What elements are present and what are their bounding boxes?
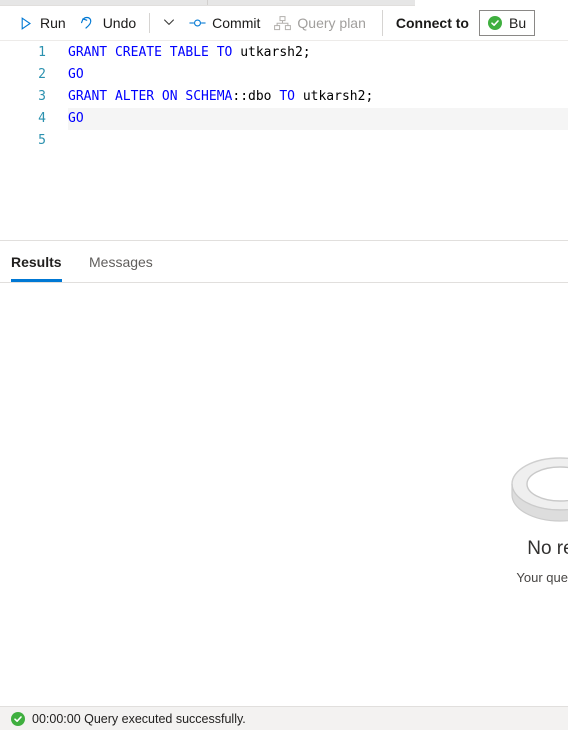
query-plan-button[interactable]: Query plan: [267, 9, 372, 37]
status-bar: 00:00:00 Query executed successfully.: [0, 706, 568, 730]
tab-seam: [207, 0, 208, 5]
toolbar-separator: [149, 13, 151, 33]
code-lines-container: 1 GRANT CREATE TABLE TO utkarsh2; 2 GO 3 GRAN…: [0, 42, 568, 152]
run-label: Run: [40, 15, 66, 31]
green-check-circle-icon: [11, 711, 25, 726]
tab-bar-underline: [0, 282, 568, 283]
connect-to-label: Connect to: [395, 15, 469, 31]
line-number: 2: [38, 67, 46, 82]
code-token: GO: [68, 111, 84, 126]
green-check-circle-icon: [487, 16, 502, 30]
code-token: utkarsh2;: [240, 45, 311, 60]
undo-label: Undo: [102, 15, 137, 31]
undo-button[interactable]: Undo: [73, 9, 143, 37]
code-token: GRANT CREATE TABLE TO: [68, 45, 241, 60]
empty-state: No results Your query yielded: [400, 404, 568, 585]
empty-state-title: No results: [527, 538, 568, 559]
commit-button[interactable]: Commit: [182, 9, 267, 37]
code-line[interactable]: 4 GO: [0, 108, 568, 130]
sql-query-editor-window: Run Undo Commit Query plan Connect to Bu…: [0, 0, 568, 730]
results-pane: No results Your query yielded: [0, 284, 568, 706]
tab-messages[interactable]: Messages: [89, 254, 153, 270]
code-line[interactable]: 2 GO: [0, 64, 568, 86]
query-plan-hierarchy-icon: [274, 15, 292, 32]
play-triangle-icon: [17, 15, 34, 32]
code-token: TO: [279, 89, 303, 104]
code-token: GRANT ALTER ON SCHEMA: [68, 89, 233, 104]
results-tab-bar: Results Messages: [0, 241, 568, 283]
code-token: GO: [68, 67, 84, 82]
query-plan-label: Query plan: [297, 15, 366, 31]
commit-label: Commit: [212, 15, 261, 31]
commit-node-icon: [189, 15, 206, 32]
query-toolbar: Run Undo Commit Query plan Connect to Bu: [0, 6, 568, 41]
sql-code-editor[interactable]: 1 GRANT CREATE TABLE TO utkarsh2; 2 GO 3 GRAN…: [0, 42, 568, 240]
line-number: 3: [38, 89, 46, 104]
code-line-text: GO: [68, 64, 84, 86]
line-number: 4: [38, 111, 46, 126]
undo-history-dropdown[interactable]: [156, 9, 182, 37]
code-token: ::dbo: [232, 89, 280, 104]
code-token: utkarsh2;: [302, 89, 374, 104]
line-number: 1: [38, 45, 46, 60]
chevron-down-icon: [162, 15, 176, 32]
connection-value: Bu: [508, 15, 527, 31]
tab-results[interactable]: Results: [11, 254, 62, 270]
code-line-text: GO: [68, 108, 84, 130]
run-button[interactable]: Run: [10, 9, 73, 37]
code-line-text: GRANT CREATE TABLE TO utkarsh2;: [68, 42, 311, 64]
line-number: 5: [38, 133, 46, 148]
active-line-highlight: [68, 108, 568, 130]
code-line[interactable]: 1 GRANT CREATE TABLE TO utkarsh2;: [0, 42, 568, 64]
empty-state-subtitle: Your query yielded: [516, 570, 568, 585]
undo-arrow-icon: [80, 15, 97, 32]
status-message: 00:00:00 Query executed successfully.: [32, 711, 246, 726]
connection-dropdown[interactable]: Bu: [478, 10, 536, 36]
code-line[interactable]: 5: [0, 130, 568, 152]
code-line[interactable]: 3 GRANT ALTER ON SCHEMA::dbo TO utkarsh2;: [0, 86, 568, 108]
code-line-text: GRANT ALTER ON SCHEMA::dbo TO utkarsh2;: [68, 86, 373, 108]
no-results-illustration: [470, 404, 568, 524]
toolbar-separator-2: [381, 10, 383, 36]
